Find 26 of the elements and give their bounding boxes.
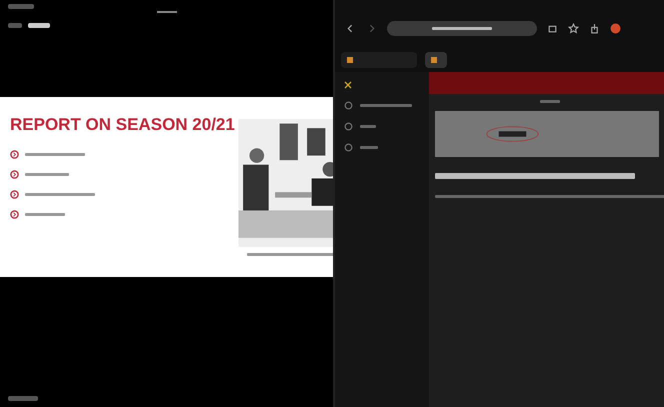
illegible-text: [360, 146, 378, 149]
slide-title: REPORT ON SEASON 20/21: [10, 115, 235, 135]
browser-tab[interactable]: [341, 52, 417, 68]
illegible-text: [360, 104, 412, 107]
illegible-text: [360, 125, 376, 128]
logo-icon: [485, 124, 540, 144]
overlay-control[interactable]: [28, 23, 50, 28]
drag-handle[interactable]: [156, 11, 176, 13]
circle-arrow-icon: [10, 190, 19, 199]
illegible-text: [25, 173, 69, 176]
illegible-text: [540, 100, 560, 103]
circle-arrow-icon: [10, 170, 19, 179]
circle-arrow-icon: [10, 150, 19, 159]
illegible-text: [25, 193, 95, 196]
share-icon[interactable]: [589, 22, 600, 34]
address-bar[interactable]: [387, 20, 537, 36]
illegible-text: [25, 153, 85, 156]
illegible-text: [25, 213, 65, 216]
close-icon[interactable]: [343, 80, 353, 90]
menu-item-icon: [343, 142, 354, 153]
menu-item-icon: [343, 121, 354, 132]
circle-arrow-icon: [10, 210, 19, 219]
star-icon[interactable]: [568, 22, 579, 34]
avatar-icon[interactable]: [610, 22, 621, 34]
menu-item-icon: [343, 100, 354, 111]
browser-tab[interactable]: [425, 52, 447, 68]
